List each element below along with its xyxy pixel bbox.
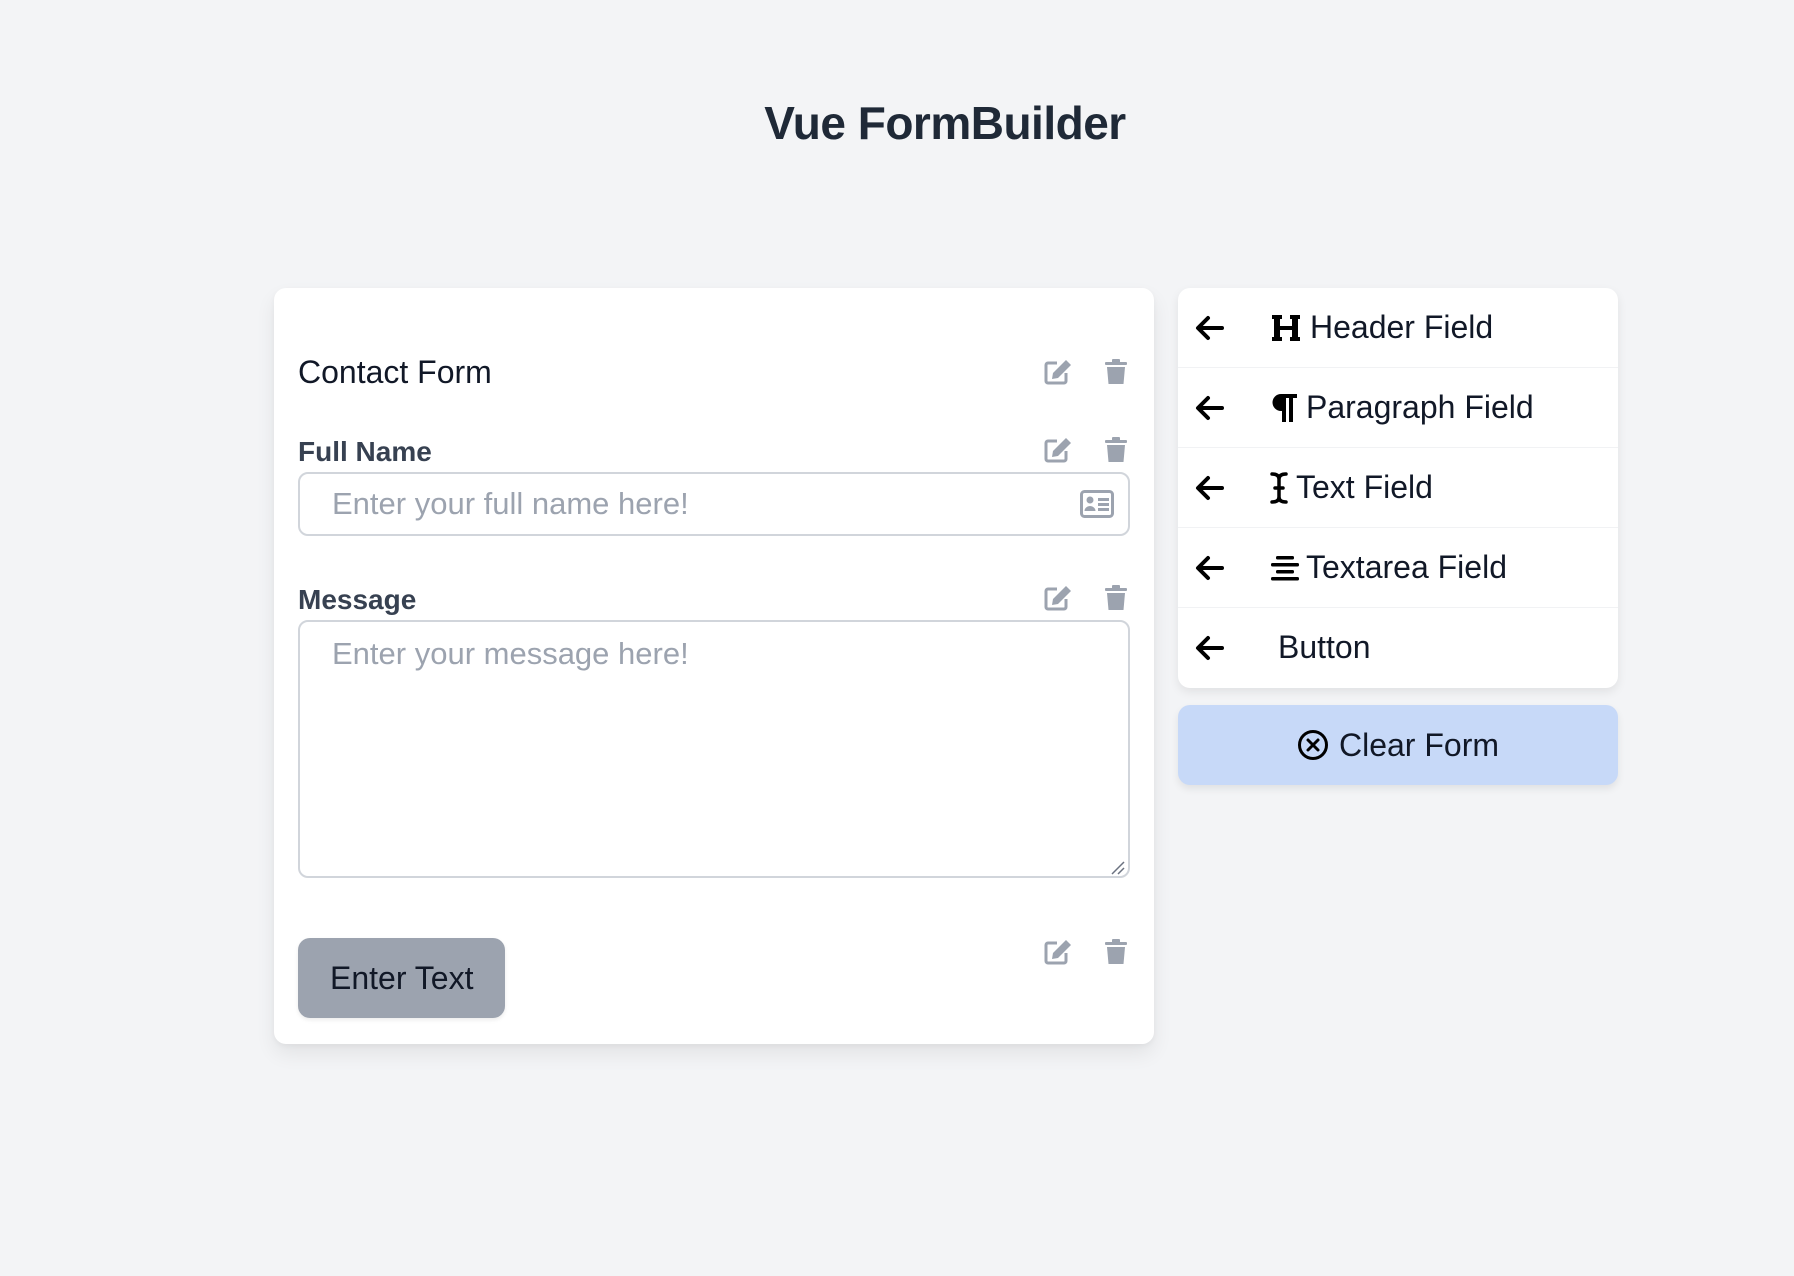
message-field: Message (298, 584, 1130, 884)
field-palette: Header Field Paragraph Field Text Field (1178, 288, 1618, 688)
edit-full-name-button[interactable] (1044, 436, 1072, 464)
button-field: Enter Text (298, 938, 1130, 1020)
trash-icon (1105, 585, 1127, 610)
id-card-icon (1080, 490, 1114, 518)
trash-icon (1105, 359, 1127, 384)
edit-icon (1044, 438, 1071, 463)
paragraph-icon (1270, 390, 1306, 426)
edit-icon (1044, 940, 1071, 965)
trash-icon (1105, 437, 1127, 462)
edit-header-button[interactable] (1044, 358, 1072, 386)
palette-item-paragraph-field[interactable]: Paragraph Field (1178, 368, 1618, 448)
arrow-left-icon (1196, 556, 1224, 580)
trash-icon (1105, 939, 1127, 964)
edit-icon (1044, 586, 1071, 611)
palette-item-label: Text Field (1296, 469, 1433, 505)
delete-full-name-button[interactable] (1102, 436, 1130, 464)
delete-header-button[interactable] (1102, 358, 1130, 386)
palette-item-label: Textarea Field (1306, 549, 1507, 585)
full-name-field: Full Name (298, 436, 1130, 566)
arrow-left-icon (1196, 316, 1224, 340)
form-header-text: Contact Form (298, 354, 492, 390)
palette-item-label: Paragraph Field (1306, 389, 1534, 425)
align-center-icon (1270, 550, 1306, 586)
form-canvas: Contact Form Full Name Enter your full n… (274, 288, 1154, 1044)
heading-icon (1270, 310, 1306, 346)
edit-icon (1044, 360, 1071, 385)
palette-item-header-field[interactable]: Header Field (1178, 288, 1618, 368)
message-label: Message (298, 584, 417, 615)
full-name-input[interactable] (298, 472, 1130, 536)
palette-item-label: Button (1278, 629, 1371, 665)
palette-item-textarea-field[interactable]: Textarea Field (1178, 528, 1618, 608)
close-circle-icon (1297, 730, 1328, 760)
palette-item-button[interactable]: Button (1178, 608, 1618, 688)
arrow-left-icon (1196, 476, 1224, 500)
palette-item-label: Header Field (1310, 309, 1494, 345)
delete-button-field-button[interactable] (1102, 938, 1130, 966)
form-header-field: Contact Form (298, 354, 1130, 394)
form-submit-button[interactable]: Enter Text (298, 938, 506, 1018)
page-title: Vue FormBuilder (764, 97, 1126, 149)
delete-message-button[interactable] (1102, 584, 1130, 612)
arrow-left-icon (1196, 636, 1224, 660)
arrow-left-icon (1196, 396, 1224, 420)
full-name-label: Full Name (298, 436, 432, 467)
resize-grip-icon[interactable] (1110, 860, 1126, 876)
edit-button-field-button[interactable] (1044, 938, 1072, 966)
palette-item-text-field[interactable]: Text Field (1178, 448, 1618, 528)
message-textarea[interactable] (298, 620, 1130, 878)
clear-form-label: Clear Form (1338, 726, 1499, 763)
clear-form-button[interactable]: Clear Form (1178, 705, 1618, 785)
edit-message-button[interactable] (1044, 584, 1072, 612)
